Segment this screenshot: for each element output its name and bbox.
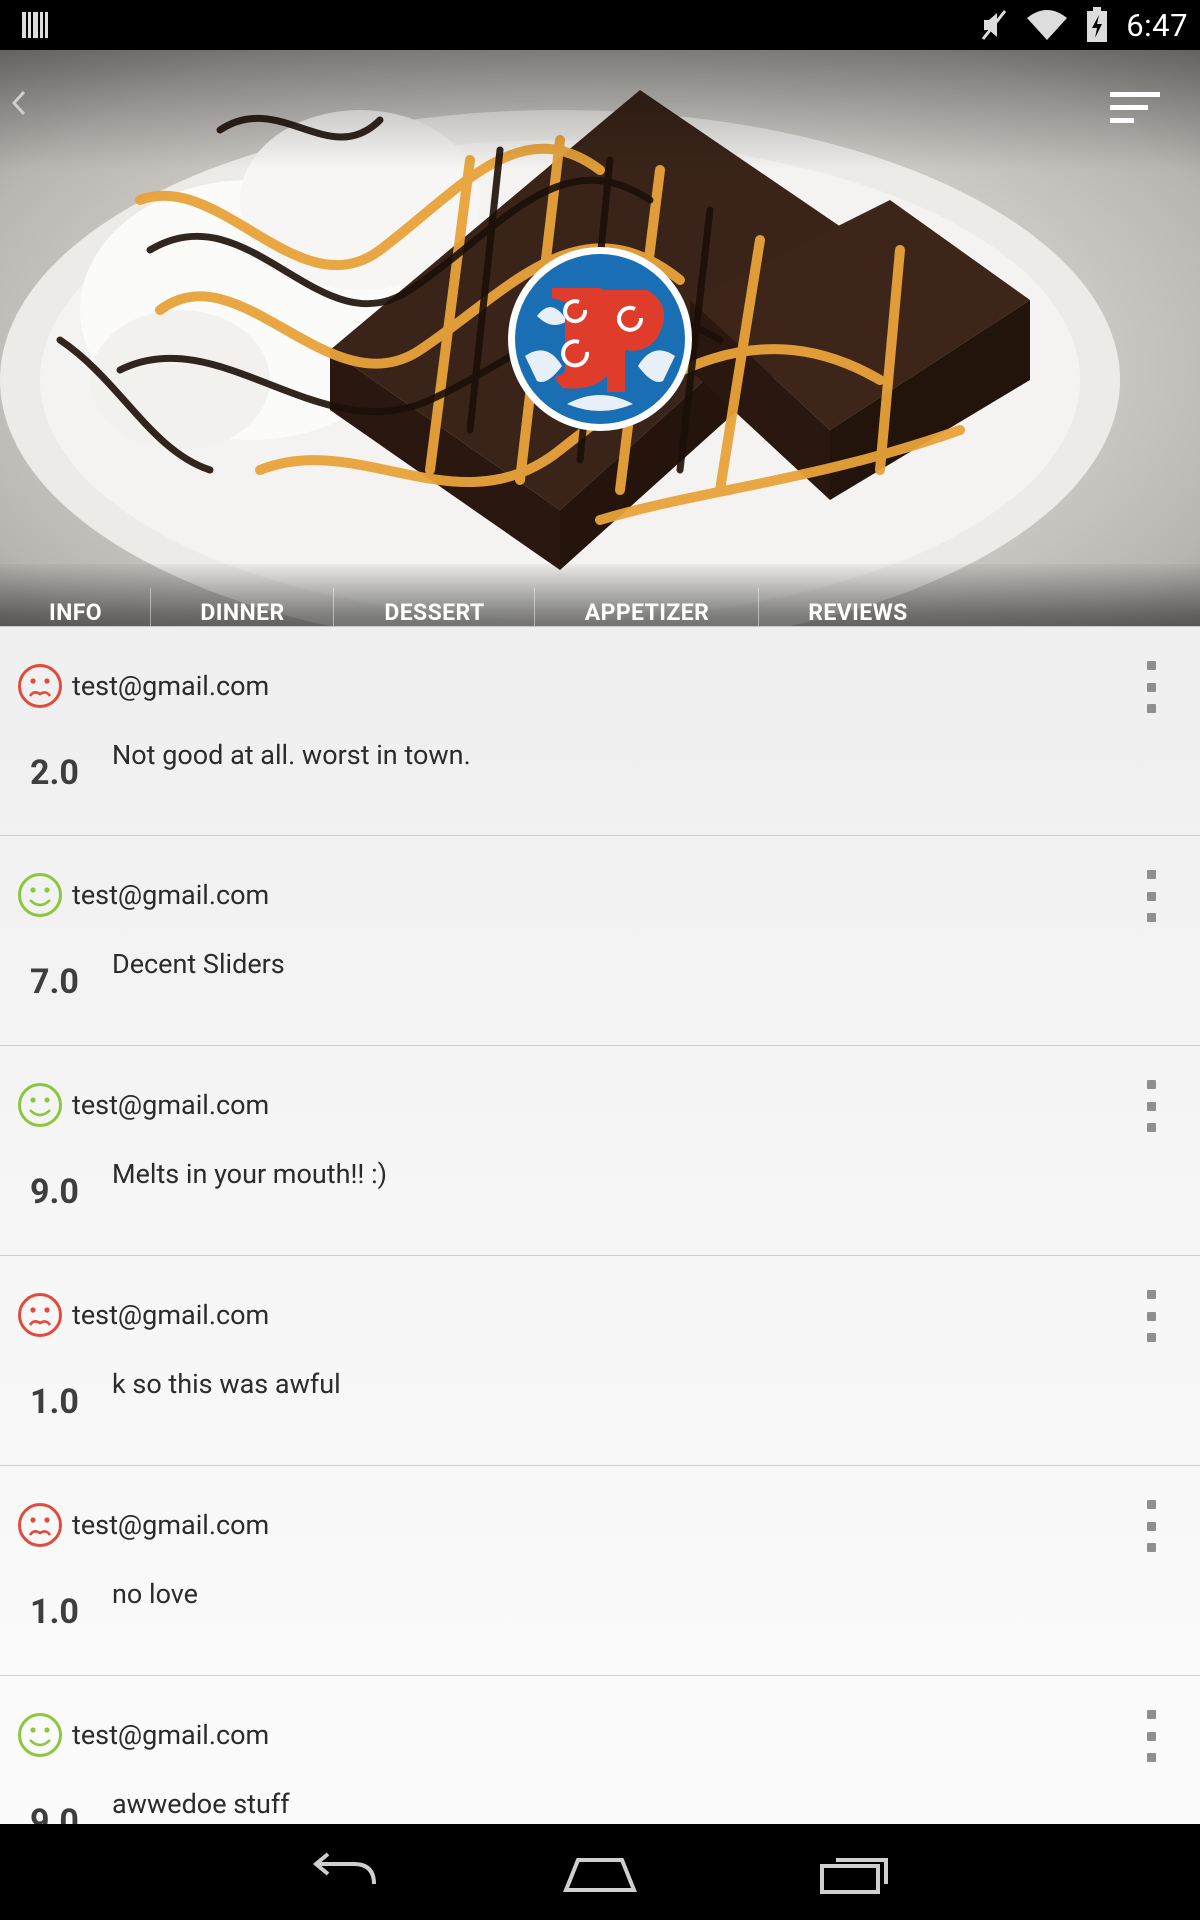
review-list[interactable]: test@gmail.com 2.0 Not good at all. wors… — [0, 626, 1200, 1824]
review-comment: Melts in your mouth!! :) — [112, 1158, 388, 1190]
tab-appetizer[interactable]: APPETIZER — [535, 564, 759, 626]
review-comment: Not good at all. worst in town. — [112, 739, 471, 771]
review-comment: k so this was awful — [112, 1368, 341, 1400]
category-tabs: INFO DINNER DESSERT APPETIZER REVIEWS — [0, 564, 1200, 626]
review-item[interactable]: test@gmail.com 9.0 awwedoe stuff — [0, 1676, 1200, 1824]
review-score: 2.0 — [30, 753, 79, 793]
tab-dinner[interactable]: DINNER — [151, 564, 334, 626]
tab-label: DINNER — [200, 598, 285, 626]
sad-face-icon — [18, 664, 62, 708]
chevron-left-icon[interactable] — [6, 86, 34, 120]
sad-face-icon — [18, 1503, 62, 1547]
reviewer-email: test@gmail.com — [72, 1509, 270, 1541]
happy-face-icon — [18, 1083, 62, 1127]
wifi-icon — [1027, 10, 1068, 40]
review-item[interactable]: test@gmail.com 1.0 no love — [0, 1466, 1200, 1676]
reviewer-email: test@gmail.com — [72, 670, 270, 702]
review-score: 1.0 — [30, 1382, 79, 1422]
mute-icon — [982, 10, 1007, 40]
overflow-menu-icon[interactable] — [1140, 1080, 1162, 1132]
tab-label: APPETIZER — [584, 598, 710, 626]
happy-face-icon — [18, 1713, 62, 1757]
system-nav-bar — [0, 1824, 1200, 1920]
reviewer-email: test@gmail.com — [72, 879, 270, 911]
tab-label: DESSERT — [384, 598, 485, 626]
happy-face-icon — [18, 873, 62, 917]
tab-info[interactable]: INFO — [0, 564, 151, 626]
overflow-menu-icon[interactable] — [1140, 1500, 1162, 1552]
review-item[interactable]: test@gmail.com 7.0 Decent Sliders — [0, 836, 1200, 1046]
review-item[interactable]: test@gmail.com 1.0 k so this was awful — [0, 1256, 1200, 1466]
overflow-menu-icon[interactable] — [1140, 1710, 1162, 1762]
restaurant-logo: BP — [507, 246, 692, 431]
review-score: 9.0 — [30, 1172, 79, 1212]
sad-face-icon — [18, 1293, 62, 1337]
back-nav-icon[interactable] — [304, 1846, 384, 1898]
status-time: 6:47 — [1126, 6, 1188, 44]
tab-label: REVIEWS — [808, 598, 908, 626]
review-comment: no love — [112, 1578, 198, 1610]
barcode-icon — [22, 12, 48, 38]
home-nav-icon[interactable] — [560, 1846, 640, 1898]
review-score: 7.0 — [30, 962, 79, 1002]
recents-nav-icon[interactable] — [816, 1846, 896, 1898]
overflow-menu-icon[interactable] — [1140, 870, 1162, 922]
review-item[interactable]: test@gmail.com 9.0 Melts in your mouth!!… — [0, 1046, 1200, 1256]
review-item[interactable]: test@gmail.com 2.0 Not good at all. wors… — [0, 626, 1200, 836]
overflow-menu-icon[interactable] — [1140, 661, 1162, 713]
reviewer-email: test@gmail.com — [72, 1719, 270, 1751]
review-score: 9.0 — [30, 1802, 79, 1824]
status-bar: 6:47 — [0, 0, 1200, 50]
hero-banner: BP INFO DINNER DESSERT APPETIZER REVIEWS — [0, 50, 1200, 626]
tab-label: INFO — [48, 598, 103, 626]
reviewer-email: test@gmail.com — [72, 1089, 270, 1121]
review-score: 1.0 — [30, 1592, 79, 1632]
tab-reviews[interactable]: REVIEWS — [759, 564, 957, 626]
overflow-menu-icon[interactable] — [1140, 1290, 1162, 1342]
logo-text: BP — [507, 246, 509, 247]
reviewer-email: test@gmail.com — [72, 1299, 270, 1331]
filter-sort-icon[interactable] — [1108, 88, 1162, 128]
review-comment: awwedoe stuff — [112, 1788, 290, 1820]
review-comment: Decent Sliders — [112, 948, 285, 980]
battery-charging-icon — [1087, 7, 1108, 42]
tab-dessert[interactable]: DESSERT — [334, 564, 535, 626]
